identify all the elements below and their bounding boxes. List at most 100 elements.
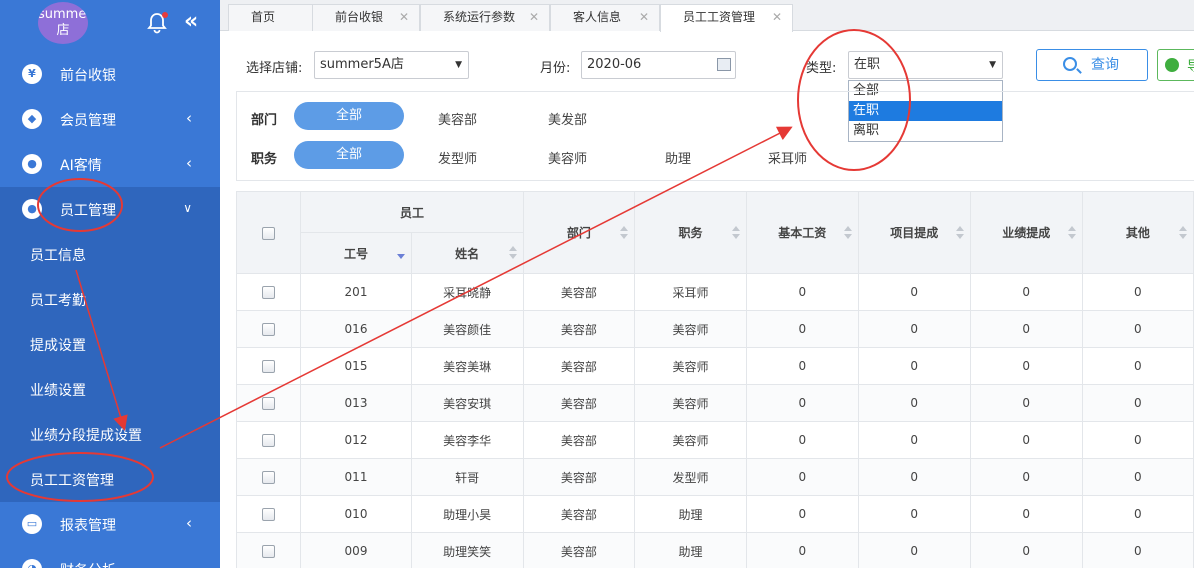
select-all-cell bbox=[235, 191, 302, 274]
menu-item-reports[interactable]: ▭ 报表管理 ‹ bbox=[0, 502, 220, 547]
tab-cashier[interactable]: 前台收银 ✕ bbox=[312, 4, 420, 31]
header-performance-commission[interactable]: 业绩提成 bbox=[969, 191, 1083, 274]
header-department[interactable]: 部门 bbox=[522, 191, 636, 274]
menu-item-finance[interactable]: ◔ 财务分析 bbox=[0, 547, 220, 568]
store-select[interactable]: summer5A店 ▼ bbox=[314, 51, 469, 79]
sort-icon[interactable] bbox=[620, 225, 629, 241]
position-option-all[interactable]: 全部 bbox=[294, 141, 404, 169]
notification-dot bbox=[162, 12, 168, 18]
header-item-commission[interactable]: 项目提成 bbox=[857, 191, 971, 274]
table-cell: 0 bbox=[745, 495, 859, 533]
sidebar: summer5A店 « ¥ 前台收银 ◆ 会员管理 ‹ ● AI客情 ‹ ● 员… bbox=[0, 0, 220, 568]
sort-desc-icon[interactable] bbox=[396, 245, 405, 261]
row-select-cell bbox=[235, 273, 302, 311]
sort-icon[interactable] bbox=[731, 225, 740, 241]
sort-icon[interactable] bbox=[1067, 225, 1076, 241]
table-cell: 0 bbox=[1081, 458, 1194, 496]
table-cell: 0 bbox=[857, 495, 971, 533]
close-icon[interactable]: ✕ bbox=[772, 5, 782, 30]
menu-item-ai[interactable]: ● AI客情 ‹ bbox=[0, 142, 220, 187]
sort-icon[interactable] bbox=[955, 225, 964, 241]
type-label: 类型: bbox=[806, 61, 837, 76]
table-cell: 0 bbox=[969, 458, 1083, 496]
table-row[interactable]: 009 助理笑笑 美容部 助理 0 0 0 0 bbox=[235, 532, 1194, 568]
export-button[interactable]: 导 bbox=[1157, 49, 1194, 81]
table-cell: 美容师 bbox=[634, 347, 747, 385]
sort-icon[interactable] bbox=[508, 245, 517, 261]
select-all-checkbox[interactable] bbox=[262, 226, 276, 240]
header-position[interactable]: 职务 bbox=[634, 191, 747, 274]
submenu-commission-settings[interactable]: 提成设置 bbox=[0, 322, 220, 367]
table-row[interactable]: 013 美容安琪 美容部 美容师 0 0 0 0 bbox=[235, 384, 1194, 422]
row-checkbox[interactable] bbox=[262, 360, 276, 373]
header-label: 项目提成 bbox=[890, 226, 939, 240]
table-cell: 0 bbox=[857, 347, 971, 385]
department-option-all[interactable]: 全部 bbox=[294, 102, 404, 130]
table-cell: 采耳晓静 bbox=[410, 273, 524, 311]
tab-salary-management[interactable]: 员工工资管理 ✕ bbox=[660, 4, 793, 32]
header-name[interactable]: 姓名 bbox=[410, 232, 524, 274]
close-icon[interactable]: ✕ bbox=[529, 5, 539, 30]
row-select-cell bbox=[235, 458, 302, 496]
submenu-tiered-commission[interactable]: 业绩分段提成设置 bbox=[0, 412, 220, 457]
position-option-stylist[interactable]: 发型师 bbox=[438, 148, 477, 167]
menu-item-members[interactable]: ◆ 会员管理 ‹ bbox=[0, 97, 220, 142]
table-row[interactable]: 201 采耳晓静 美容部 采耳师 0 0 0 0 bbox=[235, 273, 1194, 311]
menu-item-staff[interactable]: ● 员工管理 ∨ bbox=[0, 187, 220, 232]
position-option-assistant[interactable]: 助理 bbox=[665, 148, 691, 167]
tab-label: 客人信息 bbox=[573, 10, 622, 24]
submenu-staff-info[interactable]: 员工信息 bbox=[0, 232, 220, 277]
row-checkbox[interactable] bbox=[262, 323, 276, 336]
month-input[interactable]: 2020-06 bbox=[581, 51, 736, 79]
type-select[interactable]: 在职 ▼ bbox=[848, 51, 1003, 79]
table-cell: 010 bbox=[300, 495, 412, 533]
row-checkbox[interactable] bbox=[262, 545, 276, 558]
table-row[interactable]: 016 美容颜佳 美容部 美容师 0 0 0 0 bbox=[235, 310, 1194, 348]
bell-icon[interactable] bbox=[146, 12, 168, 34]
sort-icon[interactable] bbox=[1179, 225, 1187, 241]
close-icon[interactable]: ✕ bbox=[399, 5, 409, 30]
row-select-cell bbox=[235, 532, 302, 568]
calendar-icon[interactable] bbox=[717, 58, 731, 71]
table-cell: 0 bbox=[857, 273, 971, 311]
table-cell: 美容李华 bbox=[410, 421, 524, 459]
row-checkbox[interactable] bbox=[262, 471, 276, 484]
header-staff-id[interactable]: 工号 bbox=[300, 232, 412, 274]
close-icon[interactable]: ✕ bbox=[639, 5, 649, 30]
table-cell: 0 bbox=[969, 347, 1083, 385]
submenu-performance-settings[interactable]: 业绩设置 bbox=[0, 367, 220, 412]
submenu-staff-attendance[interactable]: 员工考勤 bbox=[0, 277, 220, 322]
position-option-ear-cleaner[interactable]: 采耳师 bbox=[768, 148, 807, 167]
table-cell: 美容颜佳 bbox=[410, 310, 524, 348]
table-row[interactable]: 010 助理小昊 美容部 助理 0 0 0 0 bbox=[235, 495, 1194, 533]
department-option-beauty[interactable]: 美容部 bbox=[438, 109, 477, 128]
table-row[interactable]: 011 轩哥 美容部 发型师 0 0 0 0 bbox=[235, 458, 1194, 496]
row-checkbox[interactable] bbox=[262, 508, 276, 521]
table-cell: 发型师 bbox=[634, 458, 747, 496]
row-checkbox[interactable] bbox=[262, 397, 276, 410]
table-cell: 0 bbox=[1081, 347, 1194, 385]
row-select-cell bbox=[235, 347, 302, 385]
month-input-value: 2020-06 bbox=[587, 57, 642, 72]
row-checkbox[interactable] bbox=[262, 286, 276, 299]
row-select-cell bbox=[235, 384, 302, 422]
collapse-sidebar-icon[interactable]: « bbox=[184, 9, 198, 34]
tab-guest-info[interactable]: 客人信息 ✕ bbox=[550, 4, 660, 31]
sort-icon[interactable] bbox=[843, 225, 852, 241]
table-row[interactable]: 015 美容美琳 美容部 美容师 0 0 0 0 bbox=[235, 347, 1194, 385]
row-checkbox[interactable] bbox=[262, 434, 276, 447]
tab-home[interactable]: 首页 bbox=[228, 4, 316, 31]
table-row[interactable]: 012 美容李华 美容部 美容师 0 0 0 0 bbox=[235, 421, 1194, 459]
submenu-salary-management[interactable]: 员工工资管理 bbox=[0, 457, 220, 502]
department-option-hair[interactable]: 美发部 bbox=[548, 109, 587, 128]
query-button[interactable]: 查询 bbox=[1036, 49, 1148, 81]
menu-item-cashier[interactable]: ¥ 前台收银 bbox=[0, 52, 220, 97]
table-cell: 助理 bbox=[634, 532, 747, 568]
table-cell: 0 bbox=[745, 310, 859, 348]
header-other[interactable]: 其他 bbox=[1081, 191, 1194, 274]
header-base-salary[interactable]: 基本工资 bbox=[745, 191, 859, 274]
tab-system-params[interactable]: 系统运行参数 ✕ bbox=[420, 4, 550, 31]
position-option-beautician[interactable]: 美容师 bbox=[548, 148, 587, 167]
sidebar-header: summer5A店 « bbox=[0, 0, 220, 52]
store-avatar[interactable]: summer5A店 bbox=[38, 2, 88, 44]
